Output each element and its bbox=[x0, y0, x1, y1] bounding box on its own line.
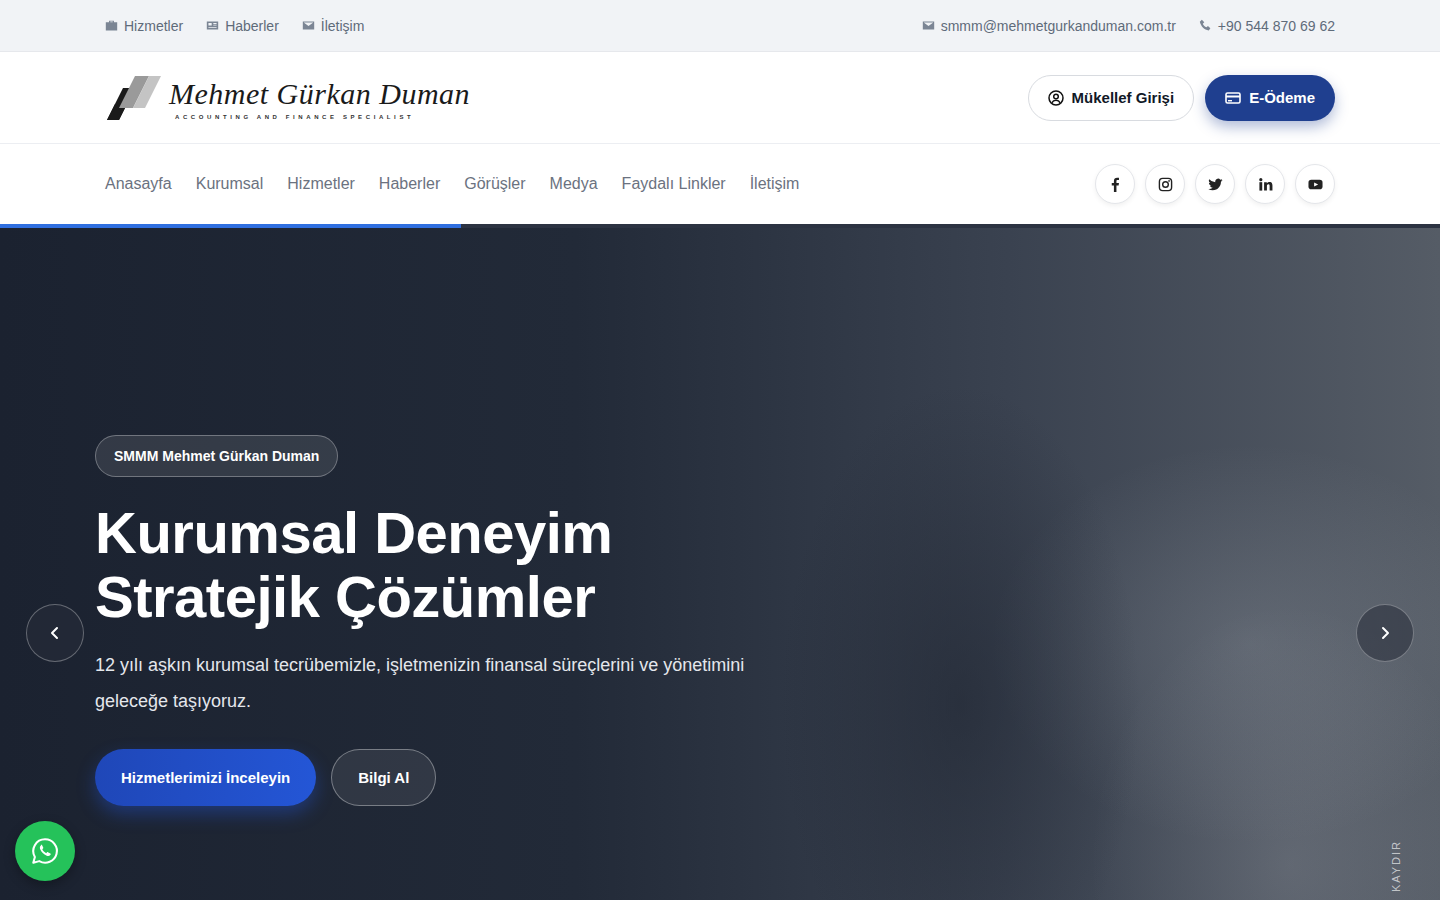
logo[interactable]: Mehmet Gürkan Duman ACCOUNTING AND FINANC… bbox=[105, 74, 470, 122]
phone-icon bbox=[1199, 19, 1212, 32]
chevron-left-icon bbox=[47, 625, 63, 641]
hero-title: Kurumsal DeneyimStratejik Çözümler bbox=[95, 501, 612, 629]
youtube-icon bbox=[1308, 177, 1323, 192]
facebook-link[interactable] bbox=[1095, 164, 1135, 204]
payment-label[interactable]: E-Ödeme bbox=[1249, 89, 1315, 106]
top-link[interactable]: İletişim bbox=[302, 18, 365, 34]
linkedin-link[interactable] bbox=[1245, 164, 1285, 204]
hero-buttons: Hizmetlerimizi İnceleyin Bilgi Al bbox=[95, 749, 436, 806]
top-links: Hizmetler Haberler İletişim bbox=[105, 18, 364, 34]
envelope-icon bbox=[302, 19, 315, 32]
whatsapp-button[interactable] bbox=[15, 821, 75, 881]
nav-item[interactable]: Haberler bbox=[379, 175, 440, 193]
hero-description: 12 yılı aşkın kurumsal tecrübemizle, işl… bbox=[95, 647, 785, 719]
hero-title-line: Stratejik Çözümler bbox=[95, 565, 612, 629]
chevron-right-icon bbox=[1377, 625, 1393, 641]
newspaper-icon bbox=[206, 19, 219, 32]
slide-progress bbox=[0, 224, 1440, 228]
top-link[interactable]: Hizmetler bbox=[105, 18, 183, 34]
briefcase-icon bbox=[105, 19, 118, 32]
youtube-link[interactable] bbox=[1295, 164, 1335, 204]
email-link[interactable]: smmm@mehmetgurkanduman.com.tr bbox=[922, 18, 1176, 34]
facebook-icon bbox=[1108, 177, 1123, 192]
twitter-icon bbox=[1208, 177, 1223, 192]
nav-item[interactable]: Faydalı Linkler bbox=[622, 175, 726, 193]
whatsapp-icon bbox=[30, 836, 60, 866]
payment-button[interactable]: E-Ödeme bbox=[1205, 75, 1335, 121]
instagram-icon bbox=[1158, 177, 1173, 192]
top-contact: smmm@mehmetgurkanduman.com.tr +90 544 870… bbox=[922, 18, 1335, 34]
login-button[interactable]: Mükellef Girişi bbox=[1028, 75, 1195, 121]
nav-item[interactable]: Kurumsal bbox=[196, 175, 264, 193]
scroll-hint: KAYDIR bbox=[1390, 836, 1402, 896]
header: Mehmet Gürkan Duman ACCOUNTING AND FINANC… bbox=[0, 52, 1440, 143]
top-bar: Hizmetler Haberler İletişim smmm@mehmetgurk… bbox=[0, 0, 1440, 52]
nav-item[interactable]: Görüşler bbox=[464, 175, 525, 193]
logo-text: Mehmet Gürkan Duman ACCOUNTING AND FINANC… bbox=[169, 76, 470, 120]
hero-title-line: Kurumsal Deneyim bbox=[95, 501, 612, 565]
slide-progress-fill bbox=[0, 224, 461, 228]
login-label[interactable]: Mükellef Girişi bbox=[1072, 89, 1175, 106]
twitter-link[interactable] bbox=[1195, 164, 1235, 204]
nav-item[interactable]: Medya bbox=[550, 175, 598, 193]
prev-slide-button[interactable] bbox=[26, 604, 84, 662]
envelope-icon bbox=[922, 19, 935, 32]
hero-badge: SMMM Mehmet Gürkan Duman bbox=[95, 435, 338, 477]
main-nav: Anasayfa Kurumsal Hizmetler Haberler Görüşle… bbox=[0, 143, 1440, 224]
social-links bbox=[1095, 164, 1335, 204]
logo-mark-icon bbox=[105, 74, 161, 122]
credit-card-icon bbox=[1225, 90, 1241, 106]
header-buttons: Mükellef Girişi E-Ödeme bbox=[1028, 75, 1335, 121]
phone-text[interactable]: +90 544 870 69 62 bbox=[1218, 18, 1335, 34]
logo-tagline: ACCOUNTING AND FINANCE SPECIALIST bbox=[169, 114, 414, 120]
hero-slider: SMMM Mehmet Gürkan Duman Kurumsal Deneyim… bbox=[0, 224, 1440, 900]
user-icon bbox=[1048, 90, 1064, 106]
logo-name[interactable]: Mehmet Gürkan Duman bbox=[169, 76, 470, 112]
next-slide-button[interactable] bbox=[1356, 604, 1414, 662]
top-link-label[interactable]: Hizmetler bbox=[124, 18, 183, 34]
info-button[interactable]: Bilgi Al bbox=[331, 749, 436, 806]
nav-items: Anasayfa Kurumsal Hizmetler Haberler Görüşle… bbox=[105, 175, 799, 193]
top-link-label[interactable]: Haberler bbox=[225, 18, 279, 34]
nav-item[interactable]: Hizmetler bbox=[287, 175, 355, 193]
nav-item[interactable]: İletişim bbox=[750, 175, 800, 193]
hero-content: SMMM Mehmet Gürkan Duman Kurumsal Deneyim… bbox=[0, 228, 1440, 806]
linkedin-icon bbox=[1258, 177, 1273, 192]
instagram-link[interactable] bbox=[1145, 164, 1185, 204]
top-link[interactable]: Haberler bbox=[206, 18, 279, 34]
top-link-label[interactable]: İletişim bbox=[321, 18, 365, 34]
email-text[interactable]: smmm@mehmetgurkanduman.com.tr bbox=[941, 18, 1176, 34]
nav-item[interactable]: Anasayfa bbox=[105, 175, 172, 193]
phone-link[interactable]: +90 544 870 69 62 bbox=[1199, 18, 1335, 34]
services-button[interactable]: Hizmetlerimizi İnceleyin bbox=[95, 749, 316, 806]
